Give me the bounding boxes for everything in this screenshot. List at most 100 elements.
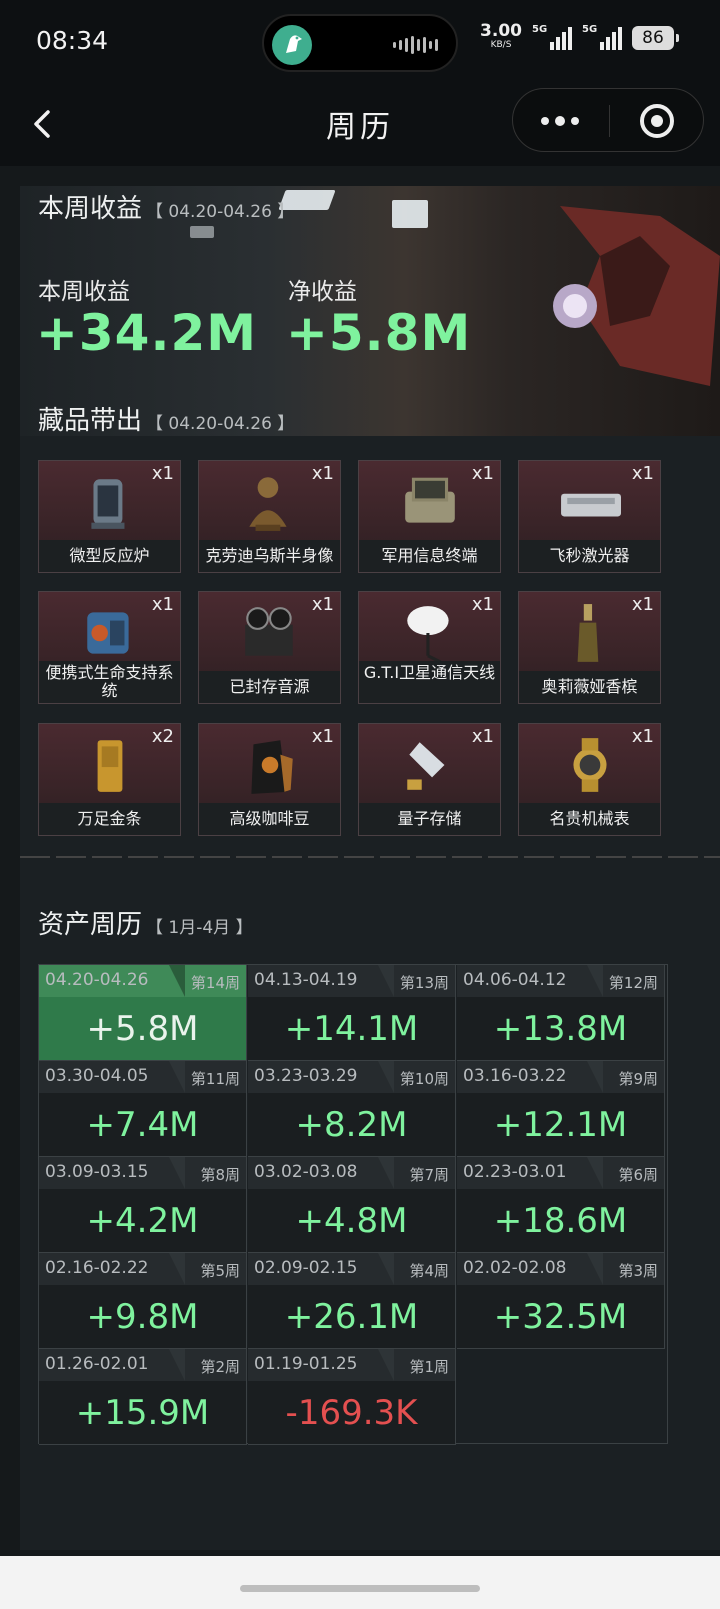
- week-cell[interactable]: 03.30-04.05 第11周 +7.4M: [39, 1061, 247, 1157]
- signal-icon: 5G: [532, 24, 572, 50]
- week-value: +4.2M: [86, 1201, 199, 1241]
- income-label: 本周收益: [38, 279, 130, 305]
- week-value: +32.5M: [493, 1297, 628, 1337]
- week-number: 第4周: [409, 1262, 449, 1280]
- glove-icon: [553, 206, 720, 386]
- week-value: +14.1M: [284, 1009, 419, 1049]
- collectible-item[interactable]: x1 军用信息终端: [358, 460, 501, 573]
- collectible-item[interactable]: x1 飞秒激光器: [518, 460, 661, 573]
- system-indicators: 3.00 KB/S 5G 5G 86: [480, 23, 679, 52]
- net-income-value: +5.8M: [286, 304, 472, 362]
- item-count: x2: [151, 726, 174, 747]
- week-number: 第1周: [409, 1358, 449, 1376]
- week-dates: 01.19-01.25: [254, 1354, 358, 1374]
- week-cell[interactable]: 03.23-03.29 第10周 +8.2M: [248, 1061, 456, 1157]
- week-dates: 04.13-04.19: [254, 970, 358, 990]
- week-cell[interactable]: 03.02-03.08 第7周 +4.8M: [248, 1157, 456, 1253]
- weekly-calendar-panel: 本周收益【 04.20-04.26 】 本周收益 +34.2M 净收益 +5.8…: [20, 186, 720, 1550]
- week-value: +4.8M: [295, 1201, 408, 1241]
- week-dates: 03.16-03.22: [463, 1066, 567, 1086]
- week-value: +26.1M: [284, 1297, 419, 1337]
- week-number: 第13周: [399, 974, 449, 992]
- dynamic-island[interactable]: [262, 14, 458, 72]
- income-value: +34.2M: [36, 304, 258, 362]
- collectible-item[interactable]: x1 名贵机械表: [518, 723, 661, 836]
- week-dates: 03.30-04.05: [45, 1066, 149, 1086]
- week-number: 第5周: [200, 1262, 240, 1280]
- week-dates: 04.06-04.12: [463, 970, 567, 990]
- navigation-bar: 周历: [0, 84, 720, 166]
- week-header: 03.02-03.08 第7周: [248, 1157, 455, 1189]
- item-name: 量子存储: [359, 803, 500, 835]
- week-cell[interactable]: 04.13-04.19 第13周 +14.1M: [248, 965, 456, 1061]
- target-icon[interactable]: [640, 104, 674, 138]
- item-count: x1: [311, 463, 334, 484]
- week-header: 03.16-03.22 第9周: [457, 1061, 664, 1093]
- week-number: 第6周: [618, 1166, 658, 1184]
- item-count: x1: [311, 726, 334, 747]
- collectible-item[interactable]: x1 G.T.I卫星通信天线: [358, 591, 501, 704]
- week-number: 第10周: [399, 1070, 449, 1088]
- week-header: 01.19-01.25 第1周: [248, 1349, 455, 1381]
- item-name: 克劳迪乌斯半身像: [199, 540, 340, 572]
- weeks-grid: 04.20-04.26 第14周 +5.8M 04.13-04.19 第13周 +14.1…: [38, 964, 668, 1445]
- miniprogram-capsule: [512, 88, 704, 152]
- week-number: 第11周: [190, 1070, 240, 1088]
- week-header: 02.02-02.08 第3周: [457, 1253, 664, 1285]
- week-dates: 02.16-02.22: [45, 1258, 149, 1278]
- section-title-week-income: 本周收益【 04.20-04.26 】: [38, 194, 295, 224]
- item-count: x1: [471, 463, 494, 484]
- collectible-item[interactable]: x1 克劳迪乌斯半身像: [198, 460, 341, 573]
- week-cell[interactable]: 04.20-04.26 第14周 +5.8M: [39, 965, 247, 1061]
- item-count: x1: [151, 594, 174, 615]
- bottom-bar: [0, 1556, 720, 1609]
- week-number: 第12周: [608, 974, 658, 992]
- week-cell[interactable]: 02.23-03.01 第6周 +18.6M: [457, 1157, 665, 1253]
- week-dates: 02.09-02.15: [254, 1258, 358, 1278]
- section-title-collectibles: 藏品带出【 04.20-04.26 】: [38, 406, 295, 436]
- week-header: 01.26-02.01 第2周: [39, 1349, 246, 1381]
- week-value: +18.6M: [493, 1201, 628, 1241]
- item-name: 高级咖啡豆: [199, 803, 340, 835]
- week-number: 第9周: [618, 1070, 658, 1088]
- week-value: +9.8M: [86, 1297, 199, 1337]
- item-name: G.T.I卫星通信天线: [359, 661, 500, 703]
- week-number: 第8周: [200, 1166, 240, 1184]
- collectible-item[interactable]: x1 奥莉薇娅香槟: [518, 591, 661, 704]
- divider: [20, 856, 720, 858]
- week-value: -169.3K: [285, 1393, 418, 1433]
- week-cell[interactable]: 02.09-02.15 第4周 +26.1M: [248, 1253, 456, 1349]
- audio-wave-icon: [393, 36, 438, 54]
- week-header: 04.06-04.12 第12周: [457, 965, 664, 997]
- item-count: x1: [311, 594, 334, 615]
- week-cell[interactable]: 03.09-03.15 第8周 +4.2M: [39, 1157, 247, 1253]
- collectible-item[interactable]: x1 高级咖啡豆: [198, 723, 341, 836]
- week-dates: 01.26-02.01: [45, 1354, 149, 1374]
- status-bar: 08:34 3.00 KB/S 5G 5G 86: [0, 0, 720, 84]
- week-cell[interactable]: 01.26-02.01 第2周 +15.9M: [39, 1349, 247, 1445]
- week-dates: 03.09-03.15: [45, 1162, 149, 1182]
- collectible-item[interactable]: x1 便携式生命支持系统: [38, 591, 181, 704]
- week-cell[interactable]: 01.19-01.25 第1周 -169.3K: [248, 1349, 456, 1445]
- collectible-item[interactable]: x1 微型反应炉: [38, 460, 181, 573]
- section-title-asset-calendar: 资产周历【 1月-4月 】: [38, 910, 253, 940]
- collectible-item[interactable]: x1 量子存储: [358, 723, 501, 836]
- more-dots-icon[interactable]: [541, 116, 579, 126]
- week-cell[interactable]: 04.06-04.12 第12周 +13.8M: [457, 965, 665, 1061]
- home-indicator[interactable]: [240, 1585, 480, 1592]
- week-value: +5.8M: [86, 1009, 199, 1049]
- week-header: 03.23-03.29 第10周: [248, 1061, 455, 1093]
- week-cell[interactable]: 02.16-02.22 第5周 +9.8M: [39, 1253, 247, 1349]
- week-dates: 03.02-03.08: [254, 1162, 358, 1182]
- item-name: 飞秒激光器: [519, 540, 660, 572]
- week-header: 03.30-04.05 第11周: [39, 1061, 246, 1093]
- collectible-item[interactable]: x2 万足金条: [38, 723, 181, 836]
- item-name: 万足金条: [39, 803, 180, 835]
- week-cell[interactable]: 02.02-02.08 第3周 +32.5M: [457, 1253, 665, 1349]
- collectible-item[interactable]: x1 已封存音源: [198, 591, 341, 704]
- week-dates: 04.20-04.26: [45, 970, 149, 990]
- item-name: 已封存音源: [199, 671, 340, 703]
- week-value: +13.8M: [493, 1009, 628, 1049]
- item-count: x1: [151, 463, 174, 484]
- week-cell[interactable]: 03.16-03.22 第9周 +12.1M: [457, 1061, 665, 1157]
